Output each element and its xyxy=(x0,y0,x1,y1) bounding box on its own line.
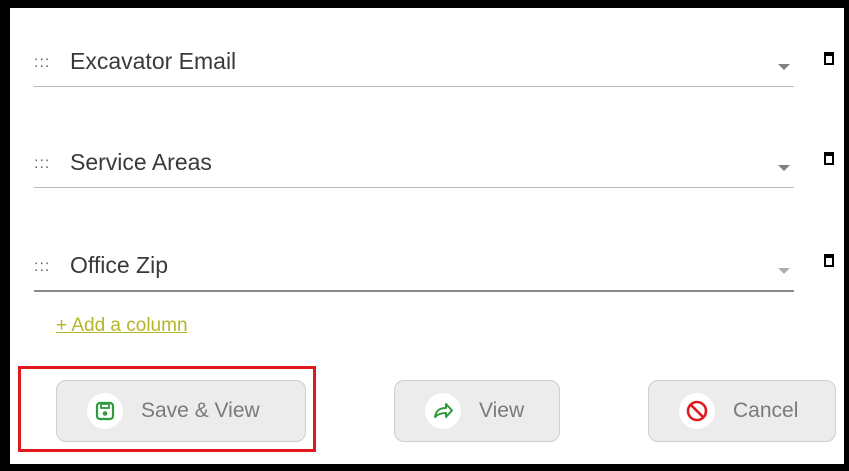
view-label: View xyxy=(479,399,525,422)
chevron-down-icon[interactable] xyxy=(778,64,790,70)
chevron-down-icon[interactable] xyxy=(778,165,790,171)
chevron-down-icon[interactable] xyxy=(778,268,790,274)
trash-icon[interactable] xyxy=(824,254,834,267)
drag-handle-icon[interactable]: ::: xyxy=(34,54,50,72)
cancel-label: Cancel xyxy=(733,399,799,422)
add-column-link[interactable]: + Add a column xyxy=(56,315,188,337)
column-editor-panel: ::: Excavator Email ::: Service Areas ::… xyxy=(10,8,844,464)
trash-icon[interactable] xyxy=(824,152,834,165)
trash-icon[interactable] xyxy=(824,52,834,65)
column-row[interactable]: ::: Office Zip xyxy=(34,250,794,292)
column-select-value: Office Zip xyxy=(70,252,168,278)
drag-handle-icon[interactable]: ::: xyxy=(34,155,50,173)
share-arrow-icon xyxy=(425,393,461,429)
cancel-button[interactable]: Cancel xyxy=(648,380,836,442)
column-select-value: Service Areas xyxy=(70,149,212,175)
column-select-value: Excavator Email xyxy=(70,48,237,74)
highlight-box xyxy=(18,366,316,452)
prohibited-icon xyxy=(679,393,715,429)
drag-handle-icon[interactable]: ::: xyxy=(34,258,50,276)
column-row[interactable]: ::: Excavator Email xyxy=(34,46,794,87)
view-button[interactable]: View xyxy=(394,380,560,442)
column-row[interactable]: ::: Service Areas xyxy=(34,147,794,188)
